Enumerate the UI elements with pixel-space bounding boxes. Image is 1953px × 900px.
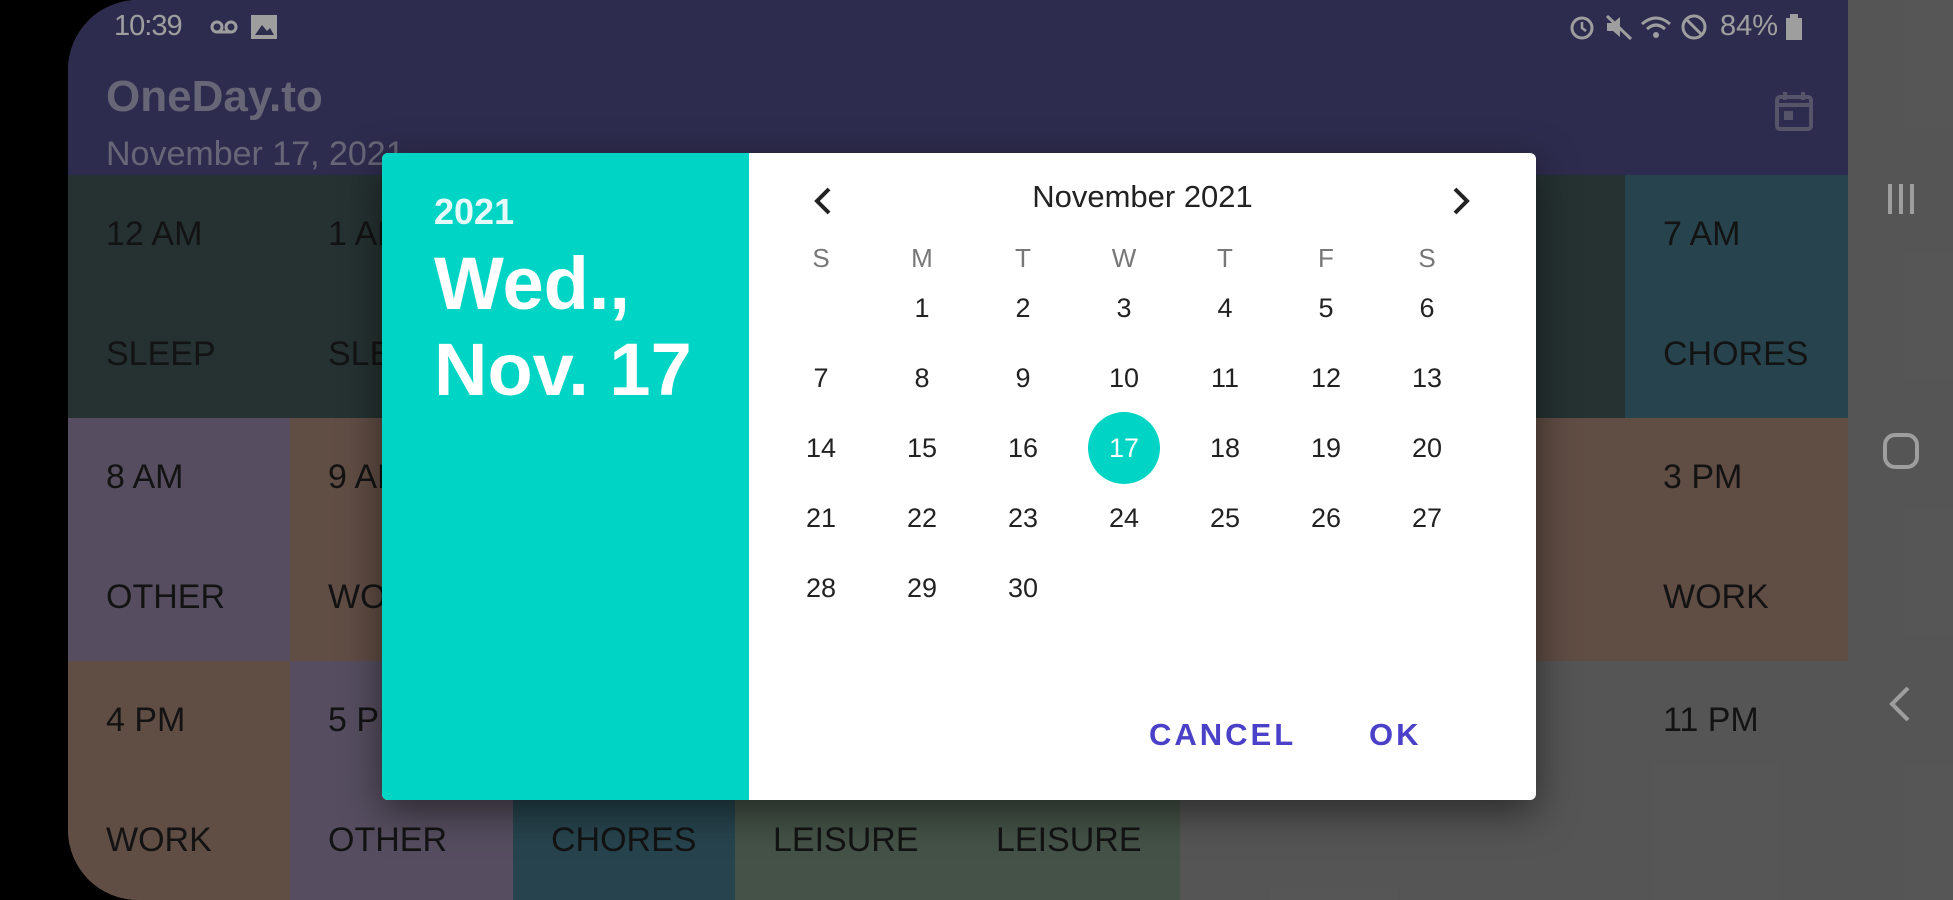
calendar-day[interactable]: 5 xyxy=(1290,272,1362,344)
calendar-day[interactable]: 11 xyxy=(1189,342,1261,414)
calendar-day[interactable]: 26 xyxy=(1290,482,1362,554)
calendar-day[interactable]: 28 xyxy=(785,552,857,624)
calendar-day[interactable]: 2 xyxy=(987,272,1059,344)
calendar-day[interactable]: 4 xyxy=(1189,272,1261,344)
date-picker-dialog: 2021 Wed., Nov. 17 November 2021 SMTWTFS… xyxy=(382,153,1536,800)
calendar-day[interactable]: 18 xyxy=(1189,412,1261,484)
calendar-view: November 2021 SMTWTFS 1 2 3 4 5 6 7 8 9 10 11 12 13 1… xyxy=(749,153,1536,800)
calendar-day[interactable]: 6 xyxy=(1391,272,1463,344)
calendar-day[interactable]: 10 xyxy=(1088,342,1160,414)
cancel-button[interactable]: CANCEL xyxy=(1149,717,1296,753)
calendar-day[interactable]: 13 xyxy=(1391,342,1463,414)
weekday-label: T xyxy=(1015,243,1031,273)
weekday-label: T xyxy=(1217,243,1233,273)
calendar-day[interactable]: 8 xyxy=(886,342,958,414)
calendar-day[interactable]: 22 xyxy=(886,482,958,554)
calendar-day[interactable]: 30 xyxy=(987,552,1059,624)
calendar-day[interactable]: 23 xyxy=(987,482,1059,554)
calendar-day-selected[interactable]: 17 xyxy=(1088,412,1160,484)
header-selected-date[interactable]: Wed., Nov. 17 xyxy=(434,241,734,413)
ok-button[interactable]: OK xyxy=(1369,717,1422,753)
weekday-label: W xyxy=(1111,243,1137,273)
calendar-day[interactable]: 12 xyxy=(1290,342,1362,414)
calendar-day[interactable]: 1 xyxy=(886,272,958,344)
calendar-day[interactable]: 24 xyxy=(1088,482,1160,554)
header-year[interactable]: 2021 xyxy=(434,191,514,233)
calendar-day[interactable]: 25 xyxy=(1189,482,1261,554)
calendar-day[interactable]: 9 xyxy=(987,342,1059,414)
calendar-day[interactable]: 19 xyxy=(1290,412,1362,484)
calendar-day[interactable]: 16 xyxy=(987,412,1059,484)
date-picker-header: 2021 Wed., Nov. 17 xyxy=(382,153,749,800)
calendar-day[interactable]: 21 xyxy=(785,482,857,554)
month-label: November 2021 xyxy=(1032,179,1253,214)
calendar-day[interactable]: 3 xyxy=(1088,272,1160,344)
calendar-day[interactable]: 29 xyxy=(886,552,958,624)
calendar-day[interactable]: 27 xyxy=(1391,482,1463,554)
weekday-label: M xyxy=(911,243,933,273)
weekday-label: S xyxy=(1418,243,1436,273)
next-month-icon[interactable] xyxy=(1441,179,1481,223)
calendar-day[interactable]: 14 xyxy=(785,412,857,484)
weekday-label: F xyxy=(1318,243,1334,273)
calendar-day[interactable]: 7 xyxy=(785,342,857,414)
calendar-day[interactable]: 15 xyxy=(886,412,958,484)
calendar-day[interactable]: 20 xyxy=(1391,412,1463,484)
weekday-label: S xyxy=(812,243,830,273)
